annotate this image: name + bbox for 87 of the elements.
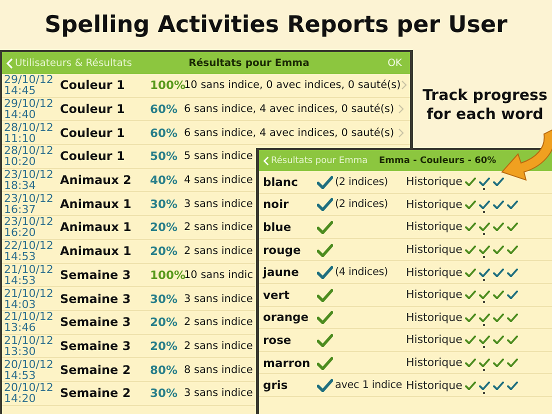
activity-name: Couleur 1 bbox=[60, 102, 126, 116]
result-summary: 6 sans indice, 4 avec indices, 0 sauté(s) bbox=[184, 126, 396, 139]
activity-name: Animaux 1 bbox=[60, 196, 132, 211]
hint-count: (2 indices) bbox=[335, 198, 388, 210]
score-percent: 20% bbox=[150, 315, 179, 330]
result-summary: 5 sans indice bbox=[184, 150, 254, 162]
result-summary: 3 sans indice bbox=[184, 198, 254, 210]
nav-title: Emma - Couleurs - 60% bbox=[378, 156, 498, 166]
activity-name: Semaine 3 bbox=[60, 268, 132, 282]
result-summary: 2 sans indice bbox=[184, 245, 254, 258]
score-percent: 50% bbox=[150, 149, 179, 164]
date-time: 23/10/12 16:20 bbox=[3, 216, 54, 238]
result-summary: 2 sans indice bbox=[184, 340, 254, 352]
score-percent: 100% bbox=[150, 78, 184, 92]
score-percent: 30% bbox=[150, 292, 179, 306]
history-link[interactable]: Historique bbox=[406, 356, 462, 370]
result-summary: 2 sans indice bbox=[184, 316, 254, 328]
score-percent: 60% bbox=[150, 102, 179, 116]
result-summary: 3 sans indice bbox=[184, 292, 254, 305]
date-time: 29/10/12 14:45 bbox=[3, 74, 54, 96]
back-icon bbox=[263, 156, 269, 166]
date-time: 21/10/12 13:46 bbox=[3, 311, 54, 334]
history-link[interactable]: Historique bbox=[406, 220, 462, 234]
history-link[interactable]: Historique bbox=[406, 288, 462, 302]
result-summary: 6 sans indice, 4 avec indices, 0 sauté(s) bbox=[184, 103, 396, 116]
date-time: 20/10/12 14:53 bbox=[3, 358, 54, 381]
word-label: blanc bbox=[263, 174, 299, 189]
word-label: marron bbox=[263, 356, 312, 370]
hint-count: avec 1 indice bbox=[335, 379, 402, 392]
word-label: jaune bbox=[263, 265, 300, 280]
word-label: rose bbox=[263, 332, 292, 347]
headline: Spelling Activities Reports per User bbox=[44, 11, 508, 40]
score-percent: 30% bbox=[150, 196, 179, 211]
score-percent: 80% bbox=[150, 362, 179, 377]
history-link[interactable]: Historique bbox=[406, 175, 462, 188]
activity-name: Semaine 2 bbox=[60, 362, 132, 377]
date-time: 21/10/12 14:53 bbox=[3, 264, 54, 286]
word-label: orange bbox=[263, 310, 310, 324]
word-label: blue bbox=[263, 220, 292, 234]
result-summary: 3 sans indice bbox=[184, 387, 254, 400]
activity-name: Semaine 3 bbox=[60, 292, 132, 306]
score-percent: 20% bbox=[150, 220, 179, 234]
result-summary: 8 sans indice bbox=[184, 364, 254, 376]
score-percent: 60% bbox=[150, 126, 179, 140]
word-label: vert bbox=[263, 288, 290, 302]
word-label: noir bbox=[263, 197, 290, 212]
activity-name: Couleur 1 bbox=[60, 78, 126, 92]
score-percent: 100% bbox=[150, 268, 184, 282]
hint-count: (4 indices) bbox=[335, 266, 388, 278]
callout-text: Track progress bbox=[422, 86, 548, 105]
word-label: gris bbox=[263, 378, 289, 392]
activity-name: Animaux 2 bbox=[60, 173, 132, 188]
date-time: 22/10/12 14:53 bbox=[3, 240, 54, 262]
activity-name: Semaine 2 bbox=[60, 386, 132, 400]
date-time: 20/10/12 14:20 bbox=[3, 382, 54, 404]
back-icon bbox=[6, 58, 13, 68]
result-summary: 4 sans indice bbox=[184, 174, 254, 186]
activity-name: Semaine 3 bbox=[60, 315, 132, 330]
word-label: rouge bbox=[263, 242, 302, 257]
date-time: 29/10/12 14:40 bbox=[3, 98, 54, 120]
history-link[interactable]: Historique bbox=[406, 378, 462, 392]
activity-name: Animaux 1 bbox=[60, 244, 132, 258]
result-summary: 2 sans indice bbox=[184, 221, 254, 234]
date-time: 28/10/12 10:20 bbox=[3, 145, 54, 168]
callout-text: for each word bbox=[426, 105, 544, 124]
result-summary: 10 sans indic bbox=[184, 268, 254, 281]
activity-name: Couleur 1 bbox=[60, 126, 126, 140]
date-time: 21/10/12 13:30 bbox=[3, 334, 54, 357]
date-time: 21/10/12 14:03 bbox=[3, 288, 54, 310]
activity-name: Animaux 1 bbox=[60, 220, 132, 234]
history-link[interactable]: Historique bbox=[406, 333, 462, 346]
history-link[interactable]: Historique bbox=[406, 243, 462, 256]
result-summary: 10 sans indice, 0 avec indices, 0 sauté(s) bbox=[184, 79, 401, 92]
nav-title: Résultats pour Emma bbox=[188, 58, 310, 68]
history-link[interactable]: Historique bbox=[406, 310, 462, 324]
date-time: 28/10/12 11:10 bbox=[3, 122, 54, 144]
hint-count: (2 indices) bbox=[335, 176, 388, 188]
score-percent: 30% bbox=[150, 386, 179, 400]
activity-name: Semaine 3 bbox=[60, 338, 132, 353]
score-percent: 20% bbox=[150, 338, 179, 353]
history-link[interactable]: Historique bbox=[406, 198, 462, 211]
score-percent: 20% bbox=[150, 244, 179, 258]
history-link[interactable]: Historique bbox=[406, 266, 462, 279]
date-time: 23/10/12 18:34 bbox=[3, 169, 54, 192]
activity-name: Couleur 1 bbox=[60, 149, 126, 164]
date-time: 23/10/12 16:37 bbox=[3, 192, 54, 215]
score-percent: 40% bbox=[150, 173, 179, 188]
